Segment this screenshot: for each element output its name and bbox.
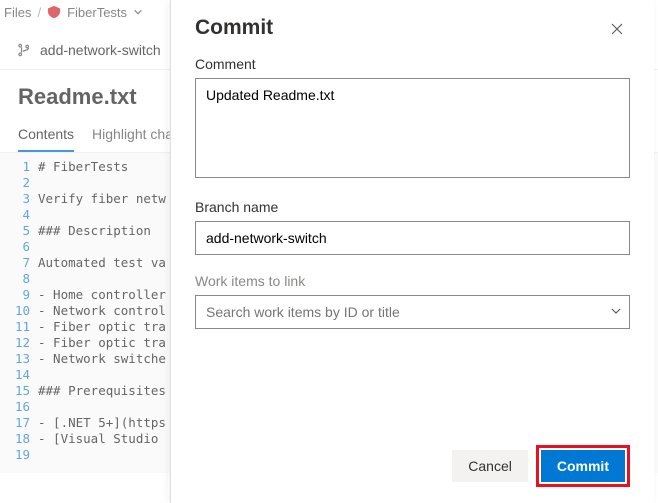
commit-dialog: Commit Comment Branch name Work items to… (170, 0, 654, 503)
close-icon (610, 22, 624, 36)
branch-name-label: Branch name (195, 199, 630, 215)
dialog-title: Commit (195, 16, 273, 40)
commit-button[interactable]: Commit (541, 450, 625, 482)
cancel-button[interactable]: Cancel (452, 450, 528, 482)
commit-button-highlight: Commit (536, 445, 630, 487)
work-items-label: Work items to link (195, 273, 630, 289)
close-button[interactable] (604, 16, 630, 42)
work-items-input[interactable] (195, 295, 630, 329)
branch-name-input[interactable] (195, 221, 630, 255)
comment-label: Comment (195, 56, 630, 72)
comment-input[interactable] (195, 78, 630, 178)
